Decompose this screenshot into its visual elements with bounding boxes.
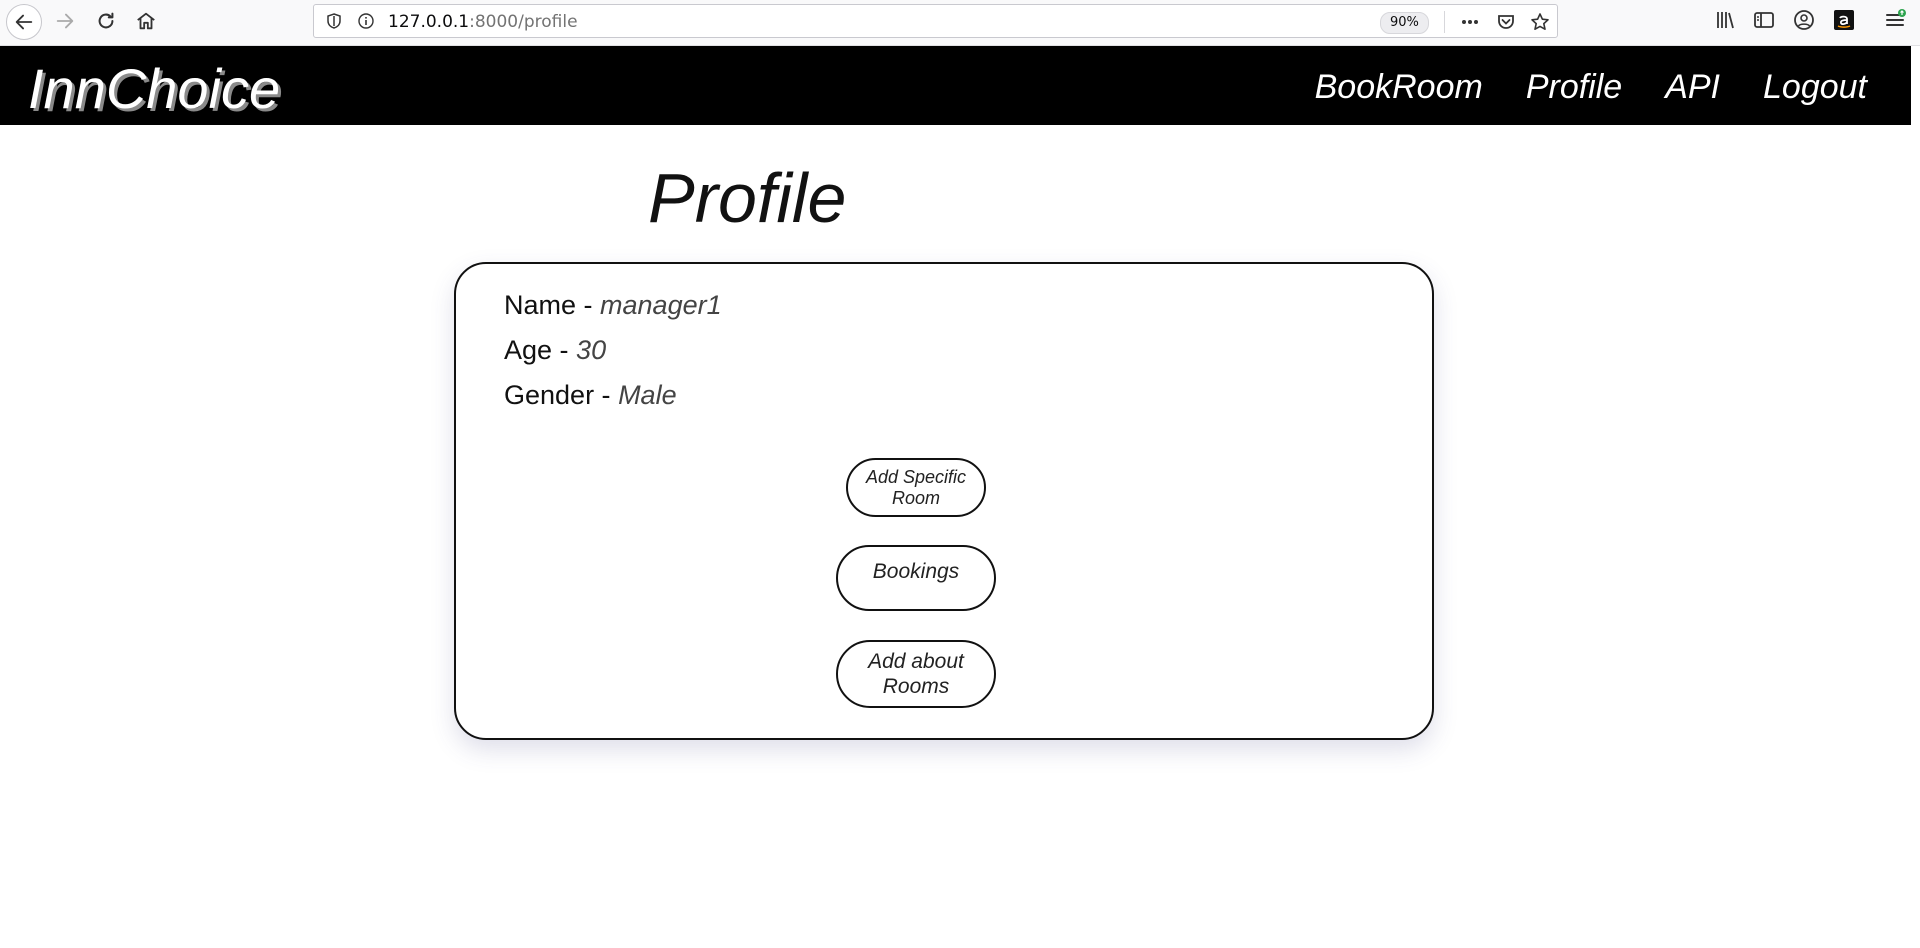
- forward-button[interactable]: [48, 4, 82, 38]
- bookings-button[interactable]: Bookings: [836, 545, 996, 611]
- url-text[interactable]: 127.0.0.1:8000/profile: [388, 12, 578, 32]
- profile-age-row: Age - 30: [504, 335, 606, 366]
- home-icon: [137, 12, 155, 30]
- reload-button[interactable]: [89, 4, 123, 38]
- amazon-icon[interactable]: [1833, 9, 1855, 31]
- bookmark-star-icon[interactable]: [1530, 12, 1550, 32]
- name-value: manager1: [600, 290, 722, 320]
- arrow-left-icon: [15, 14, 33, 30]
- profile-card: Name - manager1 Age - 30 Gender - Male A…: [454, 262, 1434, 740]
- gender-label: Gender -: [504, 380, 619, 410]
- nav-link-bookroom[interactable]: BookRoom: [1315, 68, 1483, 107]
- nav-link-api[interactable]: API: [1665, 68, 1720, 107]
- brand-logo[interactable]: InnChoice: [28, 56, 280, 121]
- nav-link-logout[interactable]: Logout: [1763, 68, 1867, 107]
- info-icon[interactable]: [358, 13, 374, 29]
- hamburger-menu-icon[interactable]: [1884, 9, 1906, 31]
- url-path: :8000/profile: [469, 12, 578, 32]
- url-host: 127.0.0.1: [388, 12, 470, 32]
- shield-icon[interactable]: [326, 13, 342, 29]
- gender-value: Male: [618, 380, 677, 410]
- browser-toolbar: 127.0.0.1:8000/profile 90%: [0, 0, 1920, 46]
- account-icon[interactable]: [1793, 9, 1815, 31]
- profile-gender-row: Gender - Male: [504, 380, 677, 411]
- age-value: 30: [576, 335, 607, 365]
- reload-icon: [98, 12, 114, 29]
- profile-name-row: Name - manager1: [504, 290, 722, 321]
- back-button[interactable]: [6, 4, 42, 40]
- more-options-icon[interactable]: [1460, 12, 1480, 32]
- address-bar[interactable]: 127.0.0.1:8000/profile 90%: [313, 4, 1558, 38]
- main-nav: BookRoom Profile API Logout: [1315, 68, 1867, 107]
- name-label: Name -: [504, 290, 601, 320]
- sidebar-icon[interactable]: [1753, 9, 1775, 31]
- page-title: Profile: [648, 159, 847, 237]
- library-icon[interactable]: [1714, 9, 1736, 31]
- nav-link-profile[interactable]: Profile: [1526, 68, 1622, 107]
- add-specific-room-button[interactable]: Add Specific Room: [846, 458, 986, 517]
- url-divider: [1444, 11, 1445, 33]
- pocket-icon[interactable]: [1496, 12, 1516, 32]
- age-label: Age -: [504, 335, 577, 365]
- home-button[interactable]: [129, 4, 163, 38]
- arrow-right-icon: [56, 13, 74, 29]
- add-about-rooms-button[interactable]: Add about Rooms: [836, 640, 996, 708]
- site-header: InnChoice BookRoom Profile API Logout: [0, 46, 1911, 125]
- zoom-badge[interactable]: 90%: [1380, 12, 1429, 34]
